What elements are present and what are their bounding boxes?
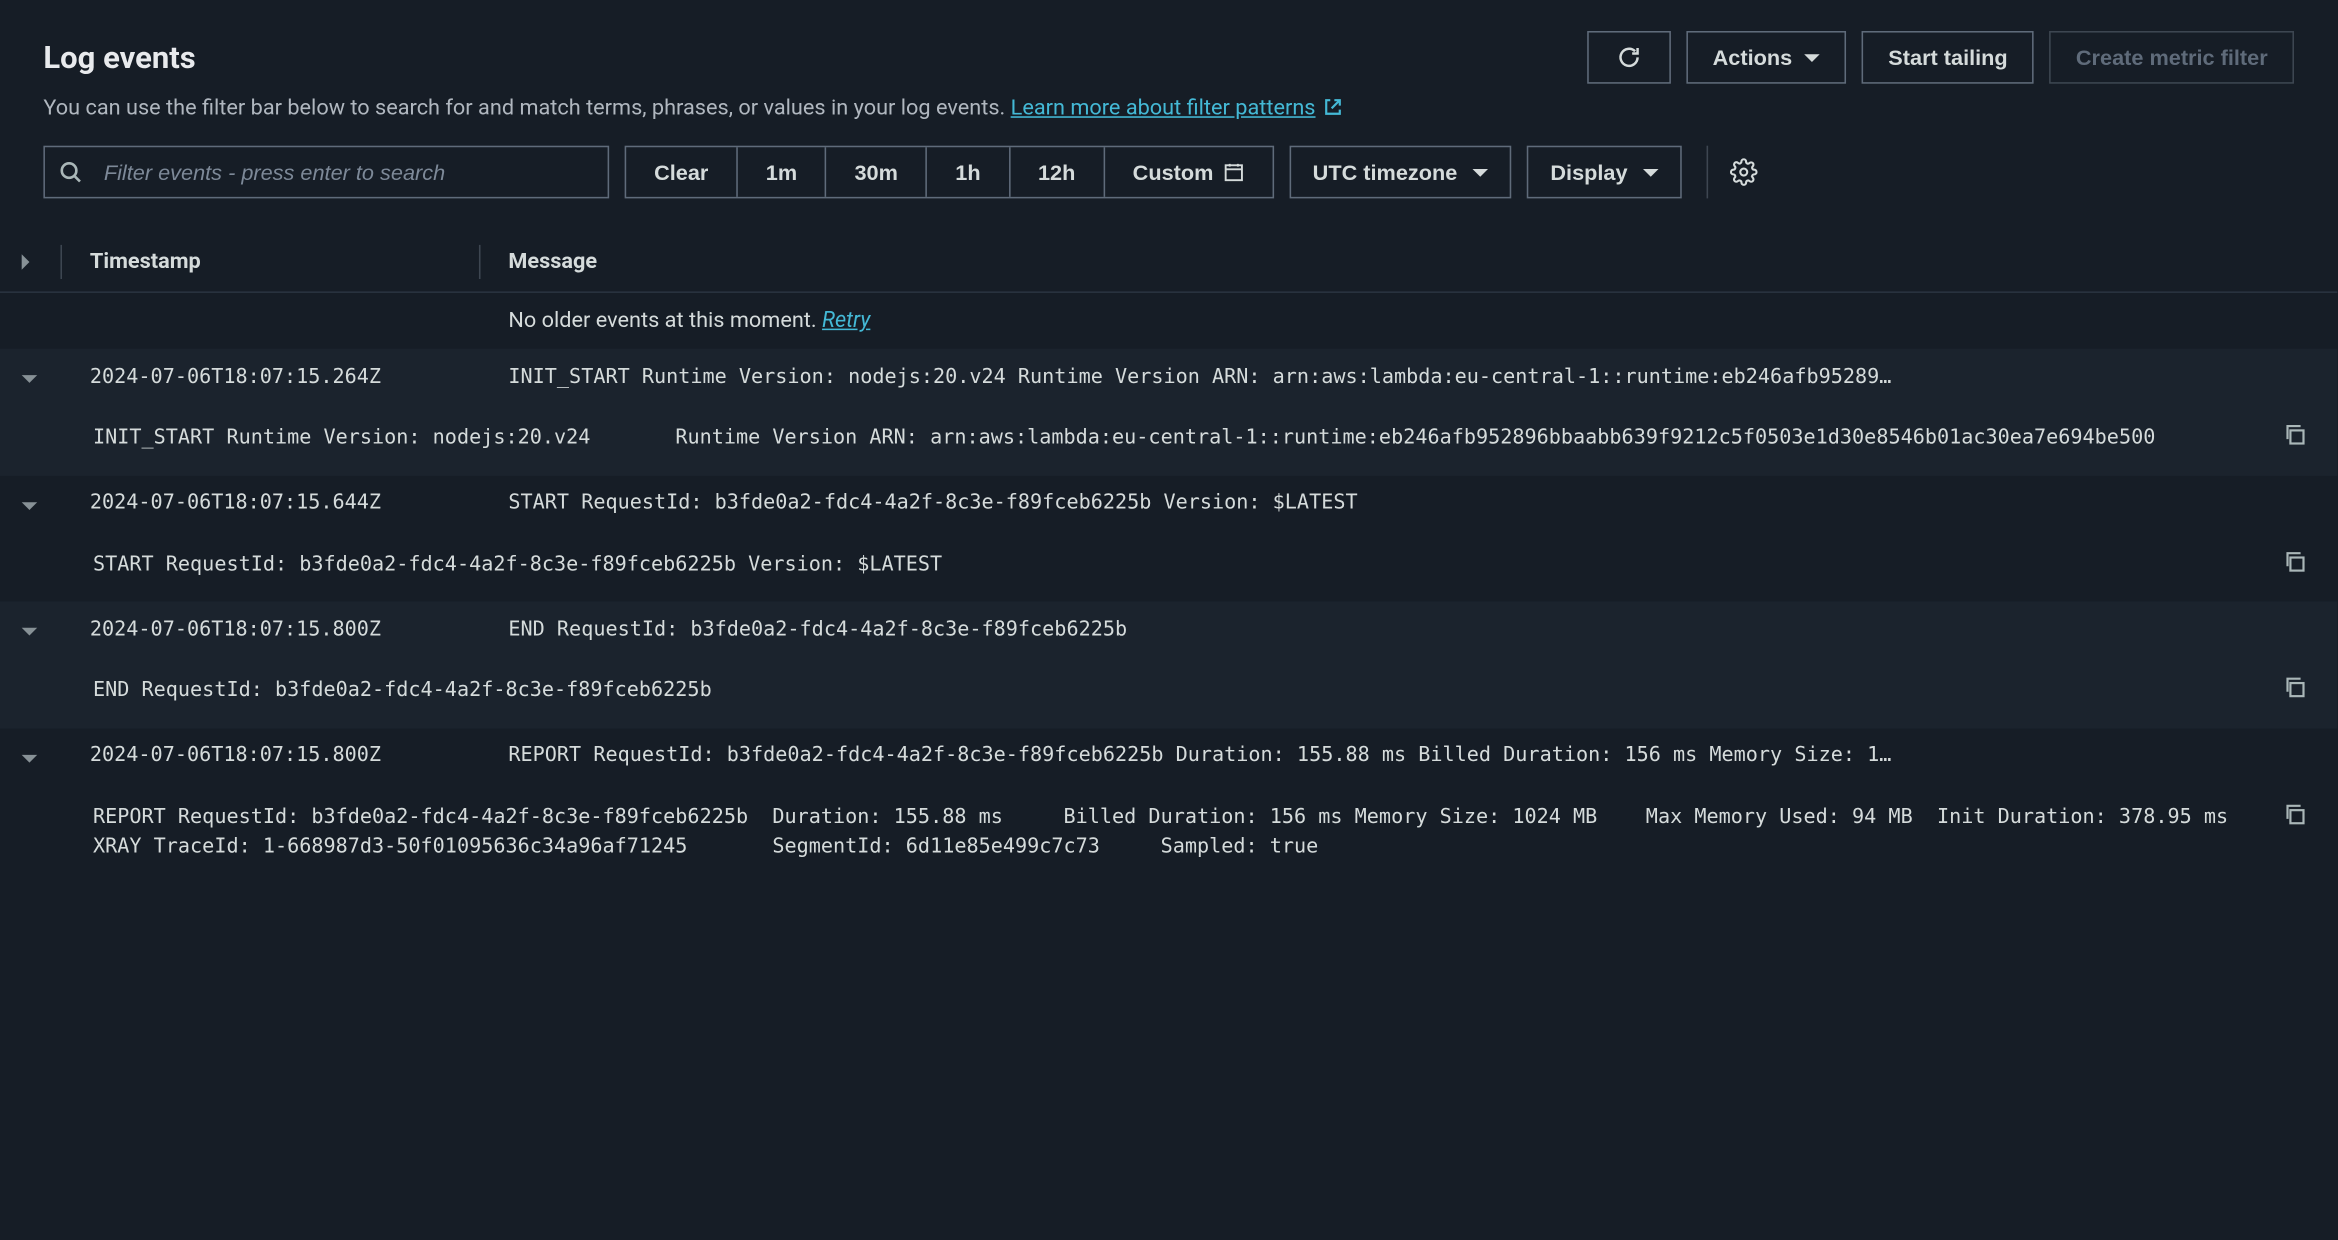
chevron-down-icon bbox=[22, 754, 37, 762]
log-timestamp: 2024-07-06T18:07:15.800Z bbox=[62, 744, 481, 767]
start-tailing-button[interactable]: Start tailing bbox=[1862, 31, 2034, 84]
log-detail-text: START RequestId: b3fde0a2-fdc4-4a2f-8c3e… bbox=[93, 549, 2310, 579]
copy-button[interactable] bbox=[2283, 676, 2306, 699]
chevron-down-icon bbox=[1473, 168, 1489, 176]
learn-more-link[interactable]: Learn more about filter patterns bbox=[1011, 96, 1344, 121]
chevron-down-icon bbox=[22, 375, 37, 383]
log-detail-text: END RequestId: b3fde0a2-fdc4-4a2f-8c3e-f… bbox=[93, 676, 2310, 706]
log-detail-text: INIT_START Runtime Version: nodejs:20.v2… bbox=[93, 423, 2310, 453]
range-1h-button[interactable]: 1h bbox=[927, 147, 1010, 197]
log-row-summary[interactable]: 2024-07-06T18:07:15.264ZINIT_START Runti… bbox=[0, 349, 2337, 405]
table-header: Timestamp Message bbox=[0, 233, 2337, 293]
copy-button[interactable] bbox=[2283, 549, 2306, 572]
chevron-down-icon bbox=[1643, 168, 1659, 176]
chevron-down-icon bbox=[22, 501, 37, 509]
time-filter-group: Clear 1m 30m 1h 12h Custom bbox=[625, 146, 1274, 199]
log-timestamp: 2024-07-06T18:07:15.264Z bbox=[62, 365, 481, 388]
create-metric-filter-button: Create metric filter bbox=[2050, 31, 2294, 84]
log-timestamp: 2024-07-06T18:07:15.800Z bbox=[62, 618, 481, 641]
no-older-text: No older events at this moment. bbox=[508, 308, 822, 333]
expand-toggle[interactable] bbox=[0, 743, 62, 768]
toolbar: Clear 1m 30m 1h 12h Custom UTC timezone … bbox=[43, 146, 2294, 199]
calendar-icon bbox=[1223, 161, 1245, 183]
retry-link[interactable]: Retry bbox=[822, 308, 870, 333]
display-label: Display bbox=[1550, 160, 1627, 185]
search-input[interactable] bbox=[43, 146, 609, 199]
log-row-summary[interactable]: 2024-07-06T18:07:15.644ZSTART RequestId:… bbox=[0, 475, 2337, 531]
chevron-right-icon bbox=[22, 254, 30, 269]
log-row-detail: START RequestId: b3fde0a2-fdc4-4a2f-8c3e… bbox=[0, 531, 2337, 602]
copy-button[interactable] bbox=[2283, 423, 2306, 446]
range-1m-button[interactable]: 1m bbox=[738, 147, 827, 197]
custom-range-button[interactable]: Custom bbox=[1105, 147, 1273, 197]
col-header-timestamp: Timestamp bbox=[62, 245, 481, 279]
refresh-button[interactable] bbox=[1587, 31, 1671, 84]
description-text: You can use the filter bar below to sear… bbox=[43, 96, 1010, 121]
actions-button[interactable]: Actions bbox=[1686, 31, 1846, 84]
refresh-icon bbox=[1617, 45, 1642, 70]
log-message: INIT_START Runtime Version: nodejs:20.v2… bbox=[481, 365, 2338, 388]
expand-toggle[interactable] bbox=[0, 617, 62, 642]
col-header-message: Message bbox=[481, 250, 2338, 275]
table-row: 2024-07-06T18:07:15.644ZSTART RequestId:… bbox=[0, 475, 2337, 601]
log-row-summary[interactable]: 2024-07-06T18:07:15.800ZEND RequestId: b… bbox=[0, 601, 2337, 657]
start-tailing-label: Start tailing bbox=[1888, 45, 2007, 70]
custom-label: Custom bbox=[1133, 160, 1214, 185]
copy-icon bbox=[2283, 423, 2306, 446]
log-detail-text: REPORT RequestId: b3fde0a2-fdc4-4a2f-8c3… bbox=[93, 802, 2310, 862]
page-description: You can use the filter bar below to sear… bbox=[43, 96, 2294, 121]
copy-icon bbox=[2283, 676, 2306, 699]
log-row-detail: END RequestId: b3fde0a2-fdc4-4a2f-8c3e-f… bbox=[0, 657, 2337, 728]
page-title: Log events bbox=[43, 39, 195, 76]
gear-icon bbox=[1730, 158, 1758, 186]
log-message: START RequestId: b3fde0a2-fdc4-4a2f-8c3e… bbox=[481, 491, 2338, 514]
expand-toggle[interactable] bbox=[0, 364, 62, 389]
log-message: END RequestId: b3fde0a2-fdc4-4a2f-8c3e-f… bbox=[481, 618, 2338, 641]
no-older-row: No older events at this moment. Retry bbox=[0, 293, 2337, 349]
table-row: 2024-07-06T18:07:15.264ZINIT_START Runti… bbox=[0, 349, 2337, 475]
copy-button[interactable] bbox=[2283, 802, 2306, 825]
log-timestamp: 2024-07-06T18:07:15.644Z bbox=[62, 491, 481, 514]
log-row-detail: INIT_START Runtime Version: nodejs:20.v2… bbox=[0, 405, 2337, 476]
display-dropdown[interactable]: Display bbox=[1527, 146, 1682, 199]
log-events-table: Timestamp Message No older events at thi… bbox=[0, 233, 2337, 885]
log-row-summary[interactable]: 2024-07-06T18:07:15.800ZREPORT RequestId… bbox=[0, 728, 2337, 784]
clear-button[interactable]: Clear bbox=[626, 147, 738, 197]
expand-all-toggle[interactable] bbox=[0, 245, 62, 279]
table-row: 2024-07-06T18:07:15.800ZREPORT RequestId… bbox=[0, 728, 2337, 885]
search-icon bbox=[59, 160, 82, 183]
learn-more-text: Learn more about filter patterns bbox=[1011, 96, 1316, 121]
expand-toggle[interactable] bbox=[0, 491, 62, 516]
copy-icon bbox=[2283, 802, 2306, 825]
log-row-detail: REPORT RequestId: b3fde0a2-fdc4-4a2f-8c3… bbox=[0, 784, 2337, 885]
header-actions: Actions Start tailing Create metric filt… bbox=[1587, 31, 2294, 84]
create-metric-filter-label: Create metric filter bbox=[2076, 45, 2268, 70]
log-message: REPORT RequestId: b3fde0a2-fdc4-4a2f-8c3… bbox=[481, 744, 2338, 767]
external-link-icon bbox=[1322, 96, 1344, 121]
settings-button[interactable] bbox=[1707, 146, 1758, 199]
range-12h-button[interactable]: 12h bbox=[1010, 147, 1105, 197]
search-wrap bbox=[43, 146, 609, 199]
copy-icon bbox=[2283, 549, 2306, 572]
range-30m-button[interactable]: 30m bbox=[827, 147, 928, 197]
timezone-dropdown[interactable]: UTC timezone bbox=[1289, 146, 1511, 199]
table-row: 2024-07-06T18:07:15.800ZEND RequestId: b… bbox=[0, 601, 2337, 727]
actions-label: Actions bbox=[1713, 45, 1793, 70]
timezone-label: UTC timezone bbox=[1313, 160, 1458, 185]
chevron-down-icon bbox=[22, 628, 37, 636]
chevron-down-icon bbox=[1805, 53, 1821, 61]
